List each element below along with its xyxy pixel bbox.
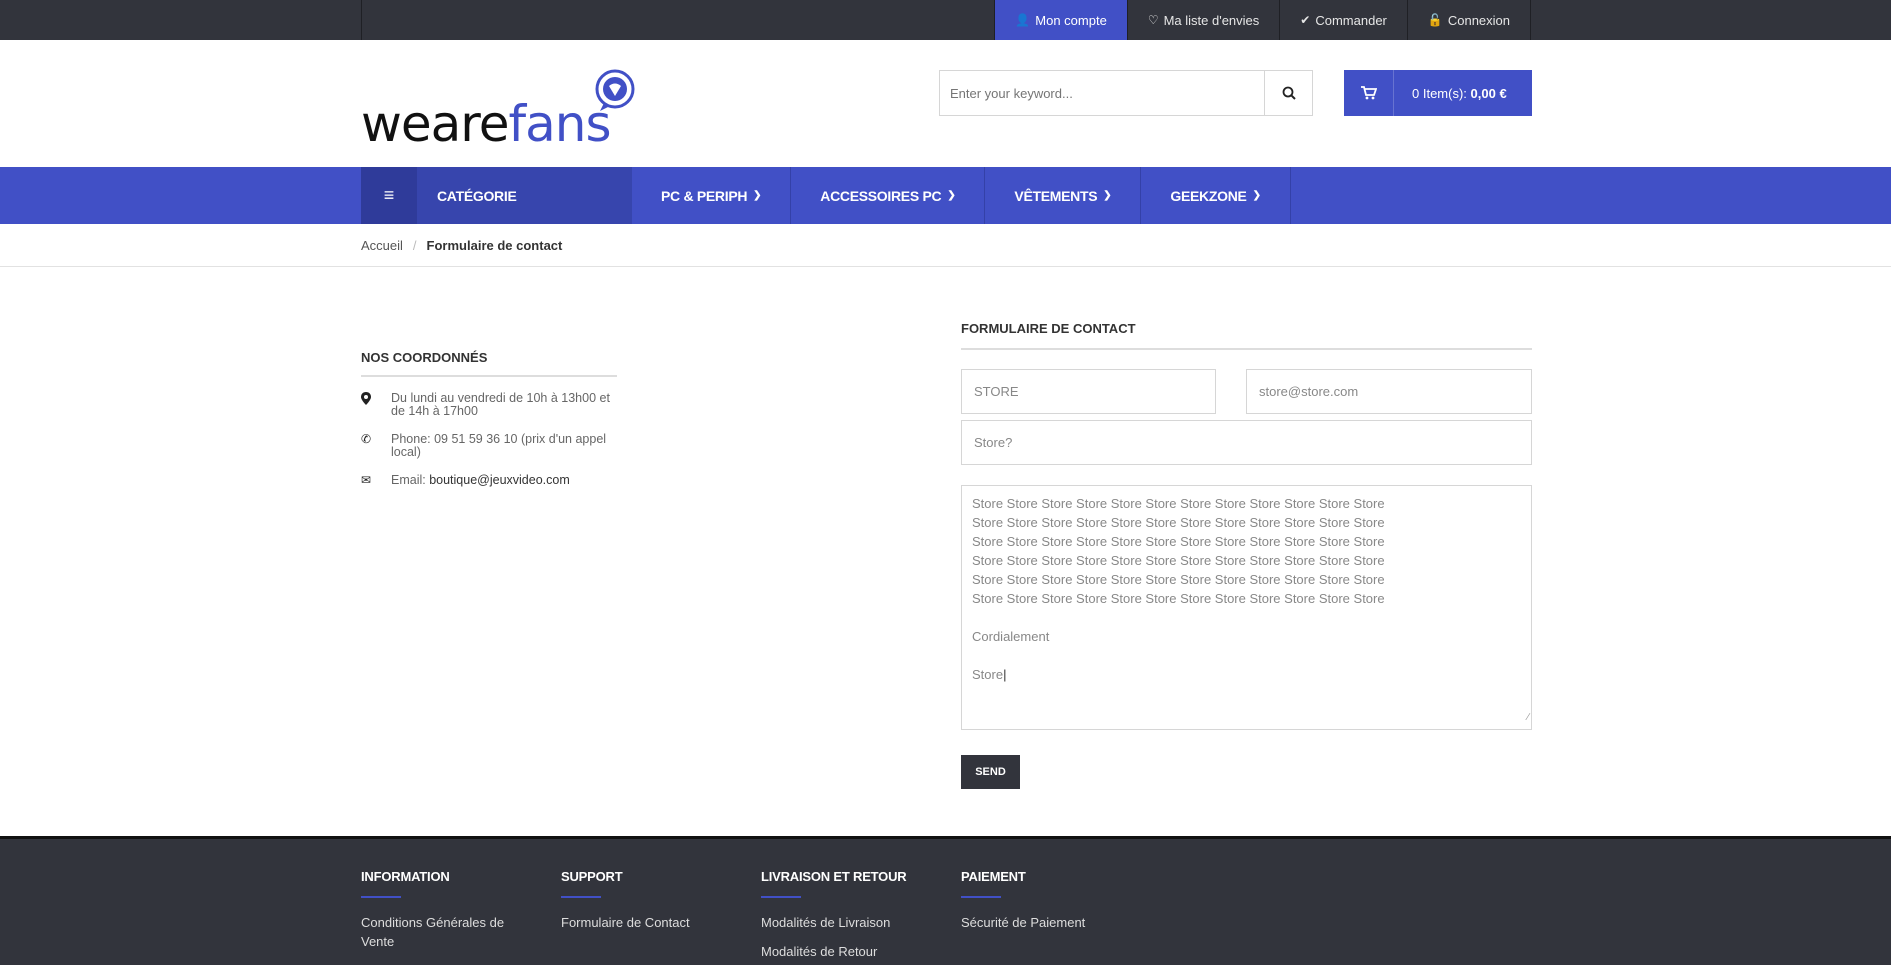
checkout-link[interactable]: ✔ Commander xyxy=(1279,0,1407,40)
contact-info: NOS COORDONNÉS Du lundi au vendredi de 1… xyxy=(361,350,617,487)
breadcrumb: Accueil / Formulaire de contact xyxy=(0,224,1891,267)
footer-column-information: INFORMATION Conditions Générales de Vent… xyxy=(361,839,561,965)
footer-column-title: LIVRAISON ET RETOUR xyxy=(761,869,907,884)
header: wearefans 0 Item(s): 0,00 € xyxy=(0,40,1891,167)
footer-column-support: SUPPORT Formulaire de Contact xyxy=(561,839,761,965)
send-button[interactable]: SEND xyxy=(961,755,1020,789)
nav-item-accessoires-pc[interactable]: ACCESSOIRES PC ❯ xyxy=(791,167,986,224)
email-label: Email: xyxy=(391,473,430,487)
message-line: Store Store Store Store Store Store Stor… xyxy=(972,534,1385,549)
footer-column-title: SUPPORT xyxy=(561,869,623,884)
email-row: ✉ Email: boutique@jeuxvideo.com xyxy=(361,474,617,487)
message-line: Store Store Store Store Store Store Stor… xyxy=(972,553,1385,568)
my-account-link[interactable]: 👤 Mon compte xyxy=(994,0,1127,40)
footer-column-title: PAIEMENT xyxy=(961,869,1026,884)
footer-link[interactable]: Formulaire de Contact xyxy=(561,913,731,932)
email-text: Email: boutique@jeuxvideo.com xyxy=(391,474,570,487)
nav-item-label: VÊTEMENTS xyxy=(1014,187,1098,204)
breadcrumb-current: Formulaire de contact xyxy=(426,238,563,253)
message-closing: Cordialement xyxy=(972,629,1050,644)
login-link[interactable]: 🔓 Connexion xyxy=(1406,0,1531,40)
breadcrumb-separator: / xyxy=(412,238,417,253)
footer-underline xyxy=(961,896,1001,898)
footer: INFORMATION Conditions Générales de Vent… xyxy=(0,836,1891,965)
search-input[interactable] xyxy=(940,71,1264,115)
main-content: NOS COORDONNÉS Du lundi au vendredi de 1… xyxy=(0,267,1891,836)
chevron-down-icon: ❯ xyxy=(1103,190,1112,201)
hours-row: Du lundi au vendredi de 10h à 13h00 et d… xyxy=(361,392,617,418)
cart-summary: 0 Item(s): 0,00 € xyxy=(1394,86,1507,101)
map-marker-icon xyxy=(361,392,391,418)
nav-item-label: PC & PERIPH xyxy=(661,187,748,204)
footer-underline xyxy=(361,896,401,898)
footer-column-title: INFORMATION xyxy=(361,869,450,884)
footer-link[interactable]: Modalités de Livraison xyxy=(761,913,931,932)
contact-form-title: FORMULAIRE DE CONTACT xyxy=(961,321,1532,350)
chevron-down-icon: ❯ xyxy=(753,190,762,201)
contact-form: FORMULAIRE DE CONTACT STORE store@store.… xyxy=(961,321,1532,789)
logo-text-fans: fans xyxy=(508,95,612,153)
main-nav: ≡ CATÉGORIE PC & PERIPH ❯ ACCESSOIRES PC… xyxy=(0,167,1891,224)
chevron-down-icon: ❯ xyxy=(1252,190,1261,201)
top-bar: 👤 Mon compte ♡ Ma liste d'envies ✔ Comma… xyxy=(0,0,1891,40)
message-line: Store Store Store Store Store Store Stor… xyxy=(972,591,1385,606)
email-link[interactable]: boutique@jeuxvideo.com xyxy=(429,473,570,487)
search-button[interactable] xyxy=(1264,71,1312,115)
logo-text: wearefans xyxy=(361,95,611,153)
hours-text: Du lundi au vendredi de 10h à 13h00 et d… xyxy=(391,391,610,418)
email-field[interactable]: store@store.com xyxy=(1246,369,1532,414)
category-menu-button[interactable]: ≡ CATÉGORIE xyxy=(361,167,632,224)
nav-item-pc-periph[interactable]: PC & PERIPH ❯ xyxy=(632,167,792,224)
phone-text: Phone: 09 51 59 36 10 (prix d'un appel l… xyxy=(391,432,607,459)
category-label: CATÉGORIE xyxy=(437,187,517,204)
chevron-down-icon: ❯ xyxy=(947,190,956,201)
message-textarea[interactable]: Store Store Store Store Store Store Stor… xyxy=(961,485,1532,730)
phone-row: ✆ Phone: 09 51 59 36 10 (prix d'un appel… xyxy=(361,433,617,459)
message-line: Store Store Store Store Store Store Stor… xyxy=(972,496,1385,511)
envelope-icon: ✉ xyxy=(361,473,372,487)
check-icon: ✔ xyxy=(1300,13,1311,27)
nav-item-geekzone[interactable]: GEEKZONE ❯ xyxy=(1141,167,1291,224)
nav-item-label: ACCESSOIRES PC xyxy=(820,187,942,204)
hamburger-icon: ≡ xyxy=(361,167,417,224)
breadcrumb-home-link[interactable]: Accueil xyxy=(361,238,403,253)
user-icon: 👤 xyxy=(1015,13,1031,27)
site-logo[interactable]: wearefans xyxy=(361,69,641,153)
top-nav: 👤 Mon compte ♡ Ma liste d'envies ✔ Comma… xyxy=(994,0,1531,40)
login-label: Connexion xyxy=(1447,12,1510,28)
cart-total: 0,00 € xyxy=(1470,85,1507,101)
phone-icon: ✆ xyxy=(361,432,372,446)
footer-link[interactable]: Modalités de Retour xyxy=(761,942,931,961)
my-account-label: Mon compte xyxy=(1035,12,1107,28)
message-line: Store Store Store Store Store Store Stor… xyxy=(972,572,1385,587)
footer-link[interactable]: Conditions Générales de Vente xyxy=(361,913,531,951)
message-signature: Store| xyxy=(972,667,1007,682)
form-row: STORE store@store.com xyxy=(961,369,1532,414)
heart-icon: ♡ xyxy=(1147,13,1159,27)
footer-underline xyxy=(561,896,601,898)
cart-button[interactable]: 0 Item(s): 0,00 € xyxy=(1344,70,1532,116)
message-line: Store Store Store Store Store Store Stor… xyxy=(972,515,1385,530)
wishlist-label: Ma liste d'envies xyxy=(1163,12,1260,28)
message-body: Store Store Store Store Store Store Stor… xyxy=(972,494,1521,608)
footer-column-livraison: LIVRAISON ET RETOUR Modalités de Livrais… xyxy=(761,839,961,965)
nav-item-label: GEEKZONE xyxy=(1170,187,1247,204)
cart-icon xyxy=(1344,70,1394,116)
subject-field[interactable]: Store? xyxy=(961,420,1532,465)
footer-column-paiement: PAIEMENT Sécurité de Paiement xyxy=(961,839,1161,965)
name-field[interactable]: STORE xyxy=(961,369,1216,414)
footer-underline xyxy=(761,896,801,898)
resize-handle-icon[interactable]: ∕ xyxy=(1527,708,1529,727)
search-icon xyxy=(1282,86,1296,100)
nav-item-vetements[interactable]: VÊTEMENTS ❯ xyxy=(985,167,1142,224)
cart-count: 0 Item(s): xyxy=(1412,85,1467,101)
message-signature-text: Store xyxy=(972,667,1004,682)
search-bar xyxy=(939,70,1313,116)
logo-text-weare: weare xyxy=(361,95,510,153)
checkout-label: Commander xyxy=(1315,12,1387,28)
footer-link[interactable]: Sécurité de Paiement xyxy=(961,913,1131,932)
wishlist-link[interactable]: ♡ Ma liste d'envies xyxy=(1126,0,1279,40)
contact-info-title: NOS COORDONNÉS xyxy=(361,350,617,377)
lock-icon: 🔓 xyxy=(1427,13,1443,27)
